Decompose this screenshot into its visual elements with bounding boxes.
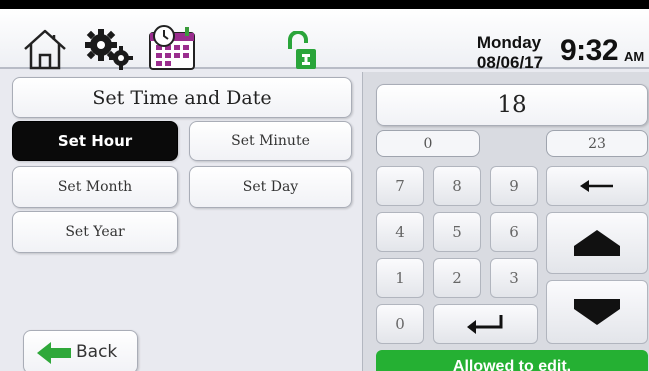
key-2[interactable]: 2 — [433, 258, 481, 298]
key-7[interactable]: 7 — [376, 166, 424, 206]
decrement-down-icon — [574, 299, 620, 325]
set-minute-button[interactable]: Set Minute — [189, 121, 352, 161]
decrement-button[interactable] — [546, 280, 648, 344]
enter-button[interactable] — [433, 304, 538, 344]
backspace-arrow-icon — [580, 180, 613, 192]
set-hour-button[interactable]: Set Hour — [12, 121, 178, 161]
clock-time: 9:32 — [560, 34, 619, 67]
key-9[interactable]: 9 — [490, 166, 538, 206]
date-label: 08/06/17 — [476, 53, 544, 72]
key-5[interactable]: 5 — [433, 212, 481, 252]
page-title: Set Time and Date — [12, 77, 352, 118]
back-button[interactable]: Back — [23, 330, 138, 371]
increment-button[interactable] — [546, 212, 648, 274]
value-display: 18 — [376, 84, 648, 126]
status-bar: Monday 08/06/17 9:32 AM — [0, 9, 649, 72]
status-message: Allowed to edit. — [376, 350, 648, 371]
unlocked-icon — [288, 31, 316, 69]
increment-up-icon — [574, 230, 620, 256]
key-6[interactable]: 6 — [490, 212, 538, 252]
home-icon[interactable] — [22, 27, 68, 71]
key-1[interactable]: 1 — [376, 258, 424, 298]
back-label: Back — [76, 342, 118, 362]
calendar-icon[interactable] — [147, 25, 197, 71]
set-year-button[interactable]: Set Year — [12, 211, 178, 253]
key-8[interactable]: 8 — [433, 166, 481, 206]
set-month-button[interactable]: Set Month — [12, 166, 178, 208]
backspace-button[interactable] — [546, 166, 648, 206]
enter-icon — [466, 315, 502, 334]
screen: Monday 08/06/17 9:32 AM Set Time and Dat… — [0, 0, 649, 371]
set-day-button[interactable]: Set Day — [189, 166, 352, 208]
day-label: Monday — [476, 33, 542, 52]
range-min: 0 — [376, 130, 480, 157]
gear-icon[interactable] — [83, 27, 135, 71]
key-4[interactable]: 4 — [376, 212, 424, 252]
range-max: 23 — [546, 130, 648, 157]
top-border — [0, 0, 649, 9]
clock-ampm: AM — [624, 49, 645, 64]
back-arrow-icon — [37, 342, 71, 364]
key-3[interactable]: 3 — [490, 258, 538, 298]
key-0[interactable]: 0 — [376, 304, 424, 344]
